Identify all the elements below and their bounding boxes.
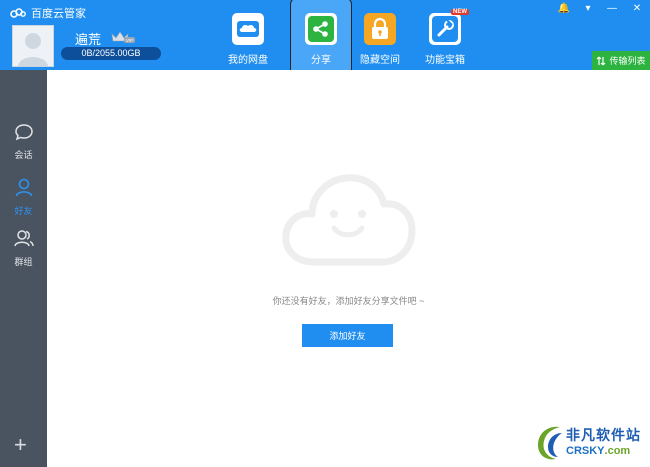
- quota-bar: 0B/2055.00GB: [61, 47, 161, 60]
- nav-my-drive-label: 我的网盘: [228, 55, 268, 66]
- avatar[interactable]: [12, 25, 54, 67]
- username[interactable]: 遍荒: [75, 29, 101, 48]
- person-icon: [15, 178, 32, 197]
- cloud-drive-icon: [232, 13, 264, 45]
- app-title: 百度云管家: [10, 5, 86, 21]
- vip-crown-icon[interactable]: VIP: [110, 30, 136, 44]
- lock-icon: [364, 13, 396, 45]
- transfer-arrows-icon: [597, 56, 606, 65]
- watermark-domain-main: CRSKY: [566, 445, 605, 457]
- add-friend-button[interactable]: 添加好友: [302, 324, 393, 347]
- transfer-list-button[interactable]: 传输列表: [592, 51, 650, 70]
- sidebar-item-chat-label: 会话: [14, 150, 33, 160]
- watermark-domain-suffix: .com: [604, 445, 631, 457]
- sidebar: 会话 好友 群组 +: [0, 70, 47, 467]
- toolbox-icon: NEW: [429, 9, 469, 45]
- nav-share[interactable]: 分享: [289, 13, 353, 66]
- header: 百度云管家 遍荒 VIP 0B/2055.00GB 🔔 ▾ — ✕ 我的网盘 分…: [0, 0, 650, 83]
- nav-hidden-space[interactable]: 隐藏空间: [348, 13, 412, 66]
- baidu-cloud-logo-icon: [10, 8, 26, 18]
- sidebar-item-chat[interactable]: 会话: [0, 123, 47, 161]
- watermark-title: 非凡软件站: [566, 427, 641, 443]
- crsky-watermark: 非凡软件站 CRSKY.com: [534, 421, 648, 465]
- nav-toolbox-label: 功能宝箱: [425, 55, 465, 66]
- empty-state-message: 你还没有好友，添加好友分享文件吧 ~: [272, 296, 425, 306]
- new-badge: NEW: [451, 9, 469, 15]
- app-title-text: 百度云管家: [31, 8, 86, 20]
- watermark-domain: CRSKY.com: [566, 445, 630, 457]
- menu-dropdown-icon[interactable]: ▾: [576, 0, 600, 16]
- close-icon[interactable]: ✕: [624, 0, 650, 16]
- add-icon[interactable]: +: [14, 434, 27, 456]
- nav-my-drive[interactable]: 我的网盘: [216, 13, 280, 66]
- group-icon: [13, 230, 34, 247]
- sidebar-item-friends[interactable]: 好友: [0, 177, 47, 217]
- sidebar-item-friends-label: 好友: [14, 206, 33, 216]
- app-window: 百度云管家 遍荒 VIP 0B/2055.00GB 🔔 ▾ — ✕ 我的网盘 分…: [0, 0, 650, 467]
- nav-toolbox[interactable]: NEW 功能宝箱: [413, 9, 477, 66]
- minimize-icon[interactable]: —: [600, 0, 624, 16]
- crsky-logo-icon: [538, 426, 562, 460]
- nav-hidden-space-label: 隐藏空间: [360, 55, 400, 66]
- vip-label: VIP: [126, 38, 133, 43]
- sidebar-item-groups[interactable]: 群组: [0, 228, 47, 268]
- empty-cloud-icon: [282, 174, 416, 266]
- chat-bubble-icon: [14, 124, 33, 141]
- sidebar-item-groups-label: 群组: [14, 257, 33, 267]
- main-content: 你还没有好友，添加好友分享文件吧 ~ 添加好友: [47, 70, 650, 467]
- window-controls: 🔔 ▾ — ✕: [552, 0, 650, 16]
- share-icon: [305, 13, 337, 45]
- nav-share-label: 分享: [311, 55, 331, 66]
- default-avatar-icon: [13, 26, 53, 66]
- bell-icon[interactable]: 🔔: [552, 0, 576, 16]
- transfer-list-label: 传输列表: [609, 56, 646, 66]
